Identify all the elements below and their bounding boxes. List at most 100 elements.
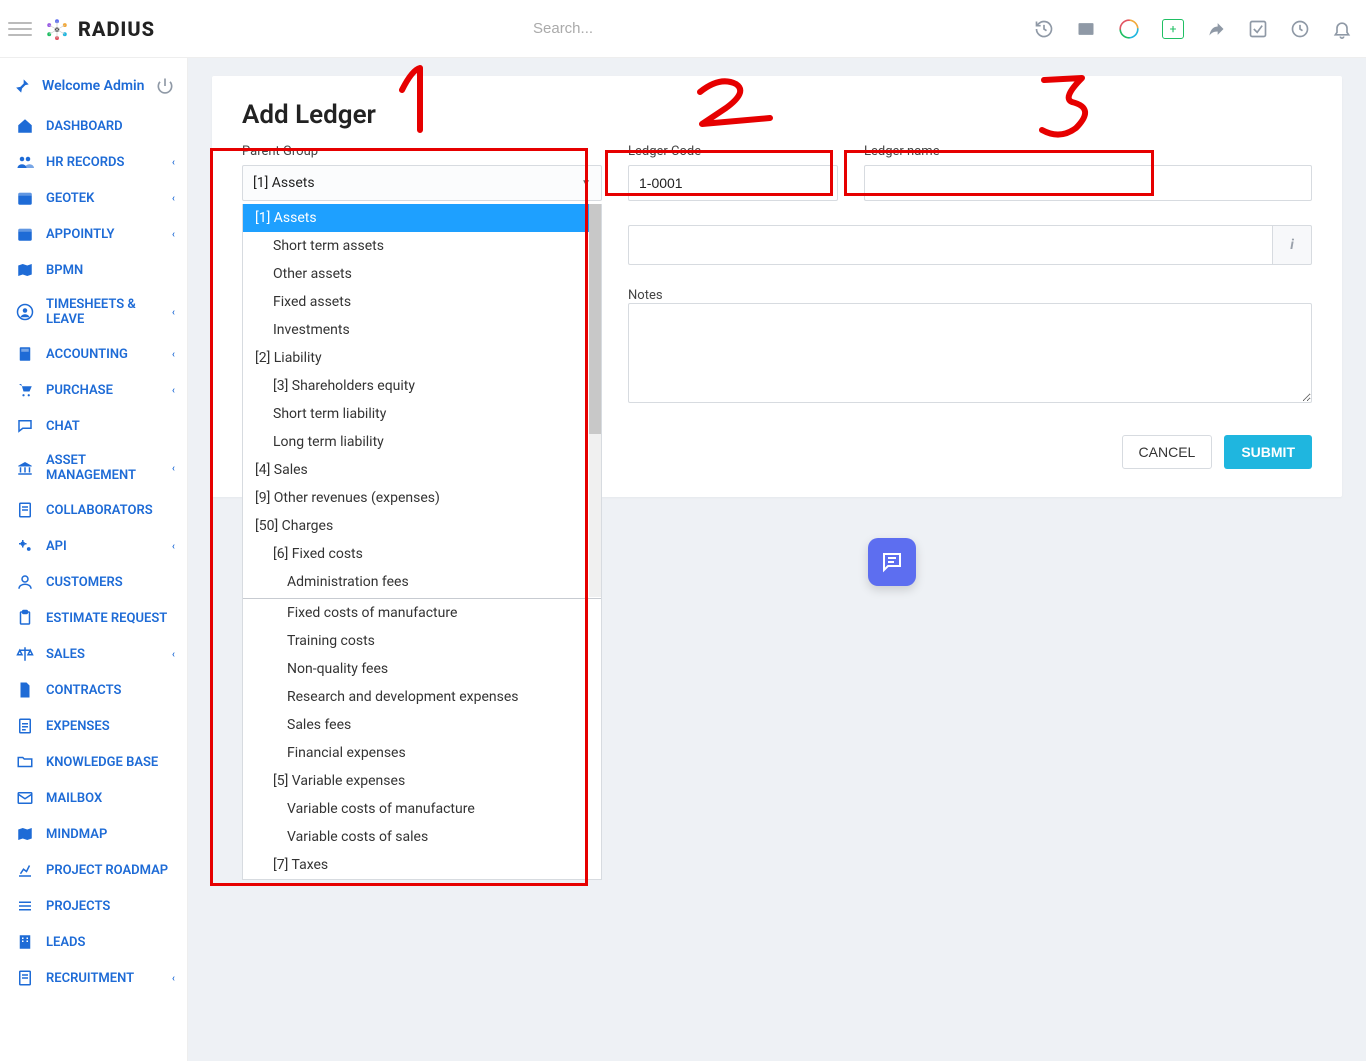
sidebar-item-label: ACCOUNTING: [46, 347, 128, 362]
sidebar-item-geotek[interactable]: GEOTEK‹: [0, 180, 187, 216]
power-icon[interactable]: [155, 76, 175, 96]
sidebar-item-dashboard[interactable]: DASHBOARD: [0, 108, 187, 144]
dropdown-option[interactable]: Fixed assets: [243, 288, 601, 316]
sidebar-item-projects[interactable]: PROJECTS: [0, 888, 187, 924]
dropdown-option[interactable]: [1] Assets: [243, 204, 601, 232]
globe-color-icon[interactable]: [1118, 18, 1140, 40]
add-ledger-card: Add Ledger Parent Group [1] Assets ▼ [1]…: [212, 76, 1342, 497]
info-icon: i: [1290, 237, 1294, 253]
ledger-name-input[interactable]: [864, 165, 1312, 201]
bell-icon[interactable]: [1332, 19, 1352, 39]
sidebar-item-project-roadmap[interactable]: PROJECT ROADMAP: [0, 852, 187, 888]
dropdown-option[interactable]: Short term liability: [243, 400, 601, 428]
sidebar-item-label: CONTRACTS: [46, 683, 121, 698]
dropdown-option[interactable]: Research and development expenses: [243, 683, 601, 711]
parent-group-label: Parent Group: [242, 144, 602, 159]
calendar-icon: [16, 189, 34, 207]
dropdown-scroll-thumb[interactable]: [589, 204, 601, 434]
brand-name: RADIUS: [78, 17, 155, 41]
sidebar-item-api[interactable]: API‹: [0, 528, 187, 564]
dropdown-option[interactable]: Sales fees: [243, 711, 601, 739]
dropdown-option[interactable]: Training costs: [243, 627, 601, 655]
ledger-name-label: Ledger name: [864, 144, 1312, 159]
notes-textarea[interactable]: [628, 303, 1312, 403]
dropdown-option[interactable]: [2] Liability: [243, 344, 601, 372]
doc-icon: [16, 501, 34, 519]
global-search[interactable]: [533, 20, 833, 37]
sidebar-item-knowledge-base[interactable]: KNOWLEDGE BASE: [0, 744, 187, 780]
card-icon[interactable]: [1076, 19, 1096, 39]
main-content: Add Ledger Parent Group [1] Assets ▼ [1]…: [188, 58, 1366, 1061]
sidebar-item-expenses[interactable]: EXPENSES: [0, 708, 187, 744]
dropdown-option[interactable]: Financial expenses: [243, 739, 601, 767]
dropdown-option[interactable]: [50] Charges: [243, 512, 601, 540]
dropdown-scrollbar[interactable]: [589, 204, 601, 597]
sidebar-item-timesheets-leave[interactable]: TIMESHEETS & LEAVE‹: [0, 288, 187, 336]
submit-button[interactable]: SUBMIT: [1224, 435, 1312, 469]
sidebar-item-label: APPOINTLY: [46, 227, 114, 242]
menu-toggle[interactable]: [8, 17, 32, 41]
map-icon: [16, 825, 34, 843]
notes-label: Notes: [628, 288, 663, 303]
info-button[interactable]: i: [1272, 225, 1312, 265]
sidebar-item-mindmap[interactable]: MINDMAP: [0, 816, 187, 852]
chevron-left-icon: ‹: [172, 307, 175, 318]
parent-group-select[interactable]: [1] Assets ▼: [242, 165, 602, 201]
sidebar-item-bpmn[interactable]: BPMN: [0, 252, 187, 288]
sidebar-item-leads[interactable]: LEADS: [0, 924, 187, 960]
dropdown-option[interactable]: Other assets: [243, 260, 601, 288]
chevron-left-icon: ‹: [172, 157, 175, 168]
dropdown-option[interactable]: [3] Shareholders equity: [243, 372, 601, 400]
chevron-left-icon: ‹: [172, 349, 175, 360]
search-input[interactable]: [533, 20, 833, 37]
ledger-code-input[interactable]: [628, 165, 838, 201]
sidebar-item-accounting[interactable]: ACCOUNTING ‹: [0, 336, 187, 372]
history-icon[interactable]: [1034, 19, 1054, 39]
check-square-icon[interactable]: [1248, 19, 1268, 39]
dropdown-option[interactable]: [4] Sales: [243, 456, 601, 484]
sidebar-item-label: EXPENSES: [46, 719, 110, 734]
sidebar: Welcome Admin DASHBOARDHR RECORDS‹GEOTEK…: [0, 58, 188, 1061]
sidebar-item-label: BPMN: [46, 263, 83, 278]
dropdown-option[interactable]: Variable costs of sales: [243, 823, 601, 851]
clock-icon[interactable]: [1290, 19, 1310, 39]
sidebar-item-estimate-request[interactable]: ESTIMATE REQUEST: [0, 600, 187, 636]
sidebar-item-mailbox[interactable]: MAILBOX: [0, 780, 187, 816]
dropdown-option[interactable]: Variable costs of manufacture: [243, 795, 601, 823]
home-icon: [16, 117, 34, 135]
sidebar-item-collaborators[interactable]: COLLABORATORS: [0, 492, 187, 528]
dropdown-option[interactable]: Administration fees: [243, 568, 601, 596]
map-icon: [16, 261, 34, 279]
share-icon[interactable]: [1206, 19, 1226, 39]
sidebar-item-label: KNOWLEDGE BASE: [46, 755, 158, 770]
dropdown-option[interactable]: Non-quality fees: [243, 655, 601, 683]
floating-chat-button[interactable]: [868, 538, 916, 586]
users-icon: [16, 153, 34, 171]
dropdown-option[interactable]: [7] Taxes: [243, 851, 601, 879]
dropdown-option[interactable]: Short term assets: [243, 232, 601, 260]
sidebar-item-appointly[interactable]: APPOINTLY‹: [0, 216, 187, 252]
message-plus-icon[interactable]: +: [1162, 19, 1184, 39]
sidebar-item-contracts[interactable]: CONTRACTS: [0, 672, 187, 708]
chart-icon: [16, 861, 34, 879]
dropdown-option[interactable]: [5] Variable expenses: [243, 767, 601, 795]
dropdown-option[interactable]: Long term liability: [243, 428, 601, 456]
sidebar-item-label: MAILBOX: [46, 791, 102, 806]
dropdown-option[interactable]: [9] Other revenues (expenses): [243, 484, 601, 512]
sidebar-item-chat[interactable]: CHAT: [0, 408, 187, 444]
dropdown-option[interactable]: Fixed costs of manufacture: [243, 599, 601, 627]
top-icon-bar: +: [1034, 18, 1352, 40]
sidebar-item-asset-management[interactable]: ASSET MANAGEMENT‹: [0, 444, 187, 492]
sidebar-item-sales[interactable]: SALES‹: [0, 636, 187, 672]
sidebar-item-hr-records[interactable]: HR RECORDS‹: [0, 144, 187, 180]
secondary-input[interactable]: [628, 225, 1272, 265]
sidebar-item-recruitment[interactable]: RECRUITMENT‹: [0, 960, 187, 996]
dropdown-option[interactable]: [6] Fixed costs: [243, 540, 601, 568]
brand-logo[interactable]: RADIUS: [44, 16, 155, 42]
sidebar-item-label: ESTIMATE REQUEST: [46, 611, 167, 626]
dropdown-option[interactable]: Investments: [243, 316, 601, 344]
parent-group-dropdown[interactable]: [1] AssetsShort term assetsOther assetsF…: [242, 204, 602, 880]
sidebar-item-purchase[interactable]: PURCHASE‹: [0, 372, 187, 408]
sidebar-item-customers[interactable]: CUSTOMERS: [0, 564, 187, 600]
cancel-button[interactable]: CANCEL: [1122, 435, 1213, 469]
